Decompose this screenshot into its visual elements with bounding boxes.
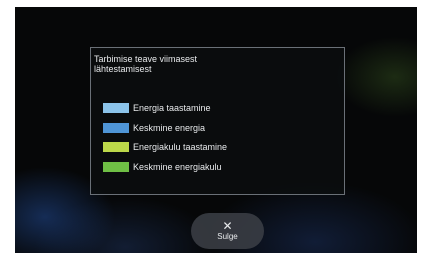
screen: Tarbimise teave viimasest lähtestamisest… (15, 7, 417, 253)
dialog-title-line-2: lähtestamisest (94, 64, 152, 74)
legend-swatch (103, 122, 129, 133)
legend-item-consumption-recovery: Energiakulu taastamine (103, 141, 227, 153)
dialog-title-line-1: Tarbimise teave viimasest (94, 54, 198, 64)
dialog-title: Tarbimise teave viimasest lähtestamisest (94, 54, 264, 74)
legend-swatch (103, 142, 129, 152)
legend-item-average-energy: Keskmine energia (103, 122, 227, 134)
legend-item-energy-recovery: Energia taastamine (103, 102, 227, 114)
close-button[interactable]: ✕ Sulge (191, 213, 264, 249)
consumption-info-dialog: Tarbimise teave viimasest lähtestamisest… (90, 47, 345, 195)
legend: Energia taastamine Keskmine energia Ener… (103, 102, 227, 180)
legend-label: Energia taastamine (133, 103, 211, 113)
close-icon: ✕ (222, 218, 233, 233)
legend-label: Keskmine energiakulu (133, 161, 222, 172)
legend-label: Keskmine energia (133, 122, 206, 133)
close-button-label: Sulge (217, 231, 238, 241)
legend-swatch (103, 161, 129, 172)
legend-swatch (103, 103, 129, 113)
legend-item-average-consumption: Keskmine energiakulu (103, 161, 227, 173)
legend-label: Energiakulu taastamine (133, 142, 228, 152)
